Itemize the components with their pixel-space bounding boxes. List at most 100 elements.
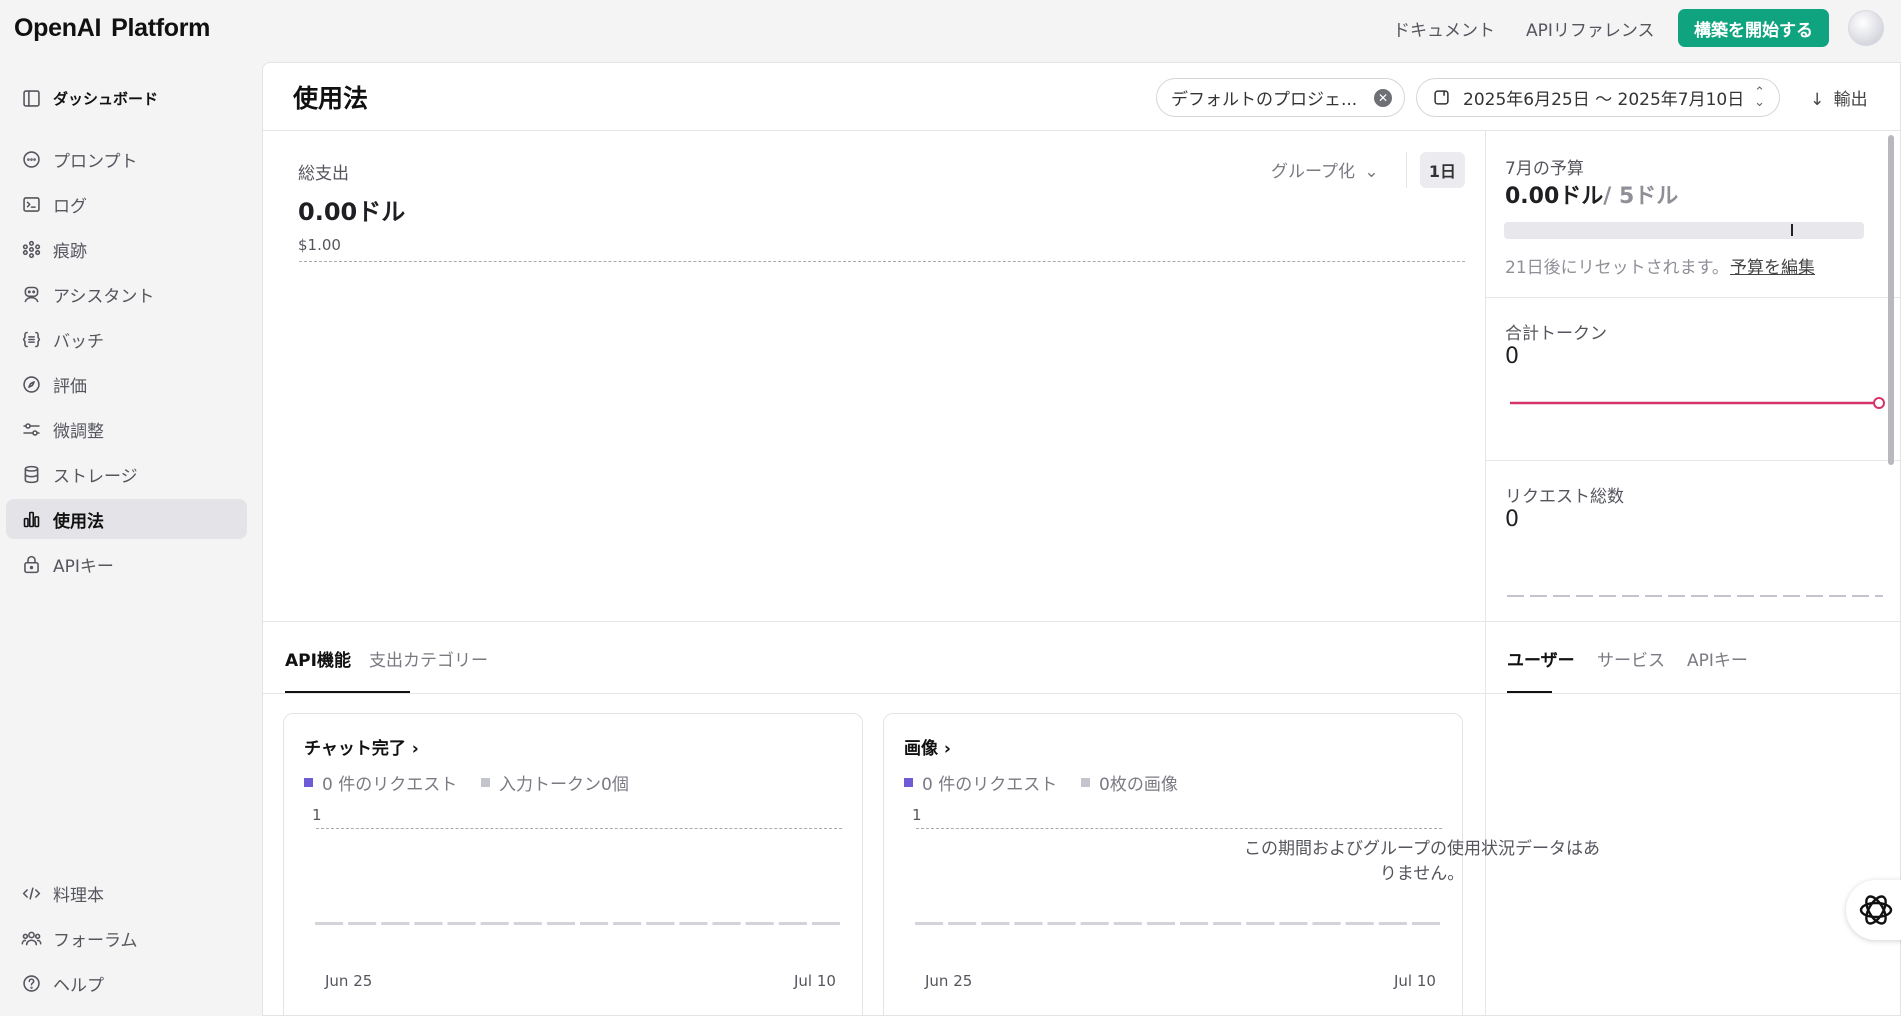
sidebar-item-label: 評価 (53, 376, 87, 397)
legend-swatch (904, 778, 913, 787)
budget-reset-text: 21日後にリセットされます。 (1505, 258, 1729, 278)
brand-logo[interactable]: OpenAI Platform (14, 14, 210, 43)
date-range-picker[interactable]: 2025年6月25日 〜 2025年7月10日 ⌃ ⌄ (1416, 78, 1780, 117)
bar (546, 922, 575, 925)
tab-services[interactable]: サービス (1597, 646, 1665, 671)
sidebar-item-traces[interactable]: 痕跡 (6, 229, 247, 269)
bar (315, 922, 344, 925)
group-by-dropdown[interactable]: グループ化 ⌄ (1271, 157, 1379, 182)
sidebar-item-cookbook[interactable]: 料理本 (6, 873, 247, 913)
bar (745, 922, 774, 925)
sidebar-item-help[interactable]: ヘルプ (6, 963, 247, 1003)
assistant-launcher[interactable] (1846, 880, 1901, 940)
bar-chart-icon (20, 508, 42, 530)
bar (712, 922, 741, 925)
legend-label: 0 件のリクエスト (922, 775, 1058, 795)
sidebar-item-label: 微調整 (53, 421, 104, 442)
project-filter[interactable]: デフォルトのプロジェ... ✕ (1156, 78, 1405, 117)
chevron-right-icon: › (943, 739, 951, 759)
x-tick-start: Jun 25 (325, 972, 373, 990)
date-range-label: 2025年6月25日 〜 2025年7月10日 (1463, 90, 1745, 110)
sidebar-item-label: 料理本 (53, 885, 104, 906)
bar (580, 922, 609, 925)
card-title[interactable]: チャット完了 › (304, 734, 419, 759)
people-icon (20, 927, 42, 949)
sidebar-item-prompts[interactable]: プロンプト (6, 139, 247, 179)
bar (1113, 922, 1142, 925)
traces-icon (20, 238, 42, 260)
sidebar-item-dashboard[interactable]: ダッシュボード (6, 78, 247, 118)
sidebar-item-assistants[interactable]: アシスタント (6, 274, 247, 314)
chat-completions-bars (315, 922, 840, 925)
scrollbar-thumb[interactable] (1888, 135, 1894, 465)
brand-name: OpenAI (14, 14, 102, 42)
sidebar-item-batches[interactable]: バッチ (6, 319, 247, 359)
bar (811, 922, 840, 925)
toolbar-divider (1406, 152, 1407, 188)
sidebar-item-label: バッチ (53, 331, 104, 352)
budget-divider (1486, 297, 1900, 298)
sidebar-item-label: 痕跡 (53, 241, 87, 262)
docs-link[interactable]: ドキュメント (1393, 16, 1495, 41)
total-requests-value: 0 (1505, 507, 1519, 532)
chevron-down-icon: ⌄ (1364, 162, 1379, 182)
tab-users[interactable]: ユーザー (1507, 646, 1575, 671)
sidebar-item-label: ヘルプ (53, 975, 104, 996)
usage-panel: 使用法 デフォルトのプロジェ... ✕ 2025年6月25日 〜 2025年7月… (262, 62, 1901, 1016)
x-tick-end: Jul 10 (1394, 972, 1436, 990)
chevron-updown-icon: ⌃ ⌄ (1754, 85, 1765, 110)
gridline (316, 828, 842, 829)
y-tick: 1 (312, 806, 322, 824)
bar (679, 922, 708, 925)
legend-swatch (1081, 778, 1090, 787)
project-filter-label: デフォルトのプロジェ... (1171, 90, 1358, 110)
tab-api-keys[interactable]: APIキー (1687, 646, 1748, 671)
bar (1345, 922, 1374, 925)
total-spend-value: 0.00ドル (298, 198, 406, 226)
bar (480, 922, 509, 925)
sidebar-item-fine-tuning[interactable]: 微調整 (6, 409, 247, 449)
api-reference-link[interactable]: APIリファレンス (1526, 16, 1655, 41)
section-divider (263, 621, 1900, 622)
card-title[interactable]: 画像 › (904, 734, 951, 759)
sidebar-item-label: ストレージ (53, 466, 138, 487)
sidebar-item-evaluations[interactable]: 評価 (6, 364, 247, 404)
sidebar-item-usage[interactable]: 使用法 (6, 499, 247, 539)
group-by-label: グループ化 (1271, 162, 1355, 182)
start-building-button[interactable]: 構築を開始する (1678, 9, 1829, 47)
bar (1146, 922, 1175, 925)
users-empty-message: この期間およびグループの使用状況データはありません。 (1244, 839, 1600, 884)
clear-filter-icon[interactable]: ✕ (1374, 89, 1392, 107)
code-icon (20, 882, 42, 904)
sidebar-item-label: プロンプト (53, 151, 138, 172)
sidebar-item-logs[interactable]: ログ (6, 184, 247, 224)
chevron-right-icon: › (411, 739, 419, 759)
sidebar-item-api-keys[interactable]: APIキー (6, 544, 247, 584)
sidebar-item-label: ダッシュボード (53, 89, 159, 108)
budget-progress-bar (1504, 222, 1864, 239)
total-requests-label: リクエスト総数 (1505, 487, 1624, 507)
total-tokens-label: 合計トークン (1505, 324, 1607, 344)
requests-sparkline (1507, 595, 1883, 597)
tab-spend-categories[interactable]: 支出カテゴリー (369, 646, 488, 671)
sidebar-item-label: ログ (53, 196, 87, 217)
bar (447, 922, 476, 925)
legend-item: 0 件のリクエスト (304, 770, 457, 795)
interval-button[interactable]: 1日 (1420, 152, 1465, 188)
x-tick-end: Jul 10 (794, 972, 836, 990)
user-avatar[interactable] (1848, 10, 1884, 46)
chat-completions-card[interactable]: チャット完了 › 0 件のリクエスト 入力トークン0個 1 Jun 25 Jul… (283, 713, 863, 1015)
header-divider (263, 130, 1900, 131)
sidebar-item-forum[interactable]: フォーラム (6, 918, 247, 958)
tab-api-capabilities[interactable]: API機能 (285, 646, 351, 671)
page-title: 使用法 (293, 84, 369, 113)
export-button[interactable]: ↓ 輸出 (1810, 85, 1868, 110)
bar (778, 922, 807, 925)
sidebar-item-storage[interactable]: ストレージ (6, 454, 247, 494)
edit-budget-link[interactable]: 予算を編集 (1730, 253, 1815, 278)
tabs-divider (263, 693, 1900, 694)
sidebar-item-label: 使用法 (53, 511, 104, 532)
assistant-icon (20, 283, 42, 305)
brand-product: Platform (111, 14, 211, 42)
sidebar-item-label: アシスタント (53, 286, 155, 307)
